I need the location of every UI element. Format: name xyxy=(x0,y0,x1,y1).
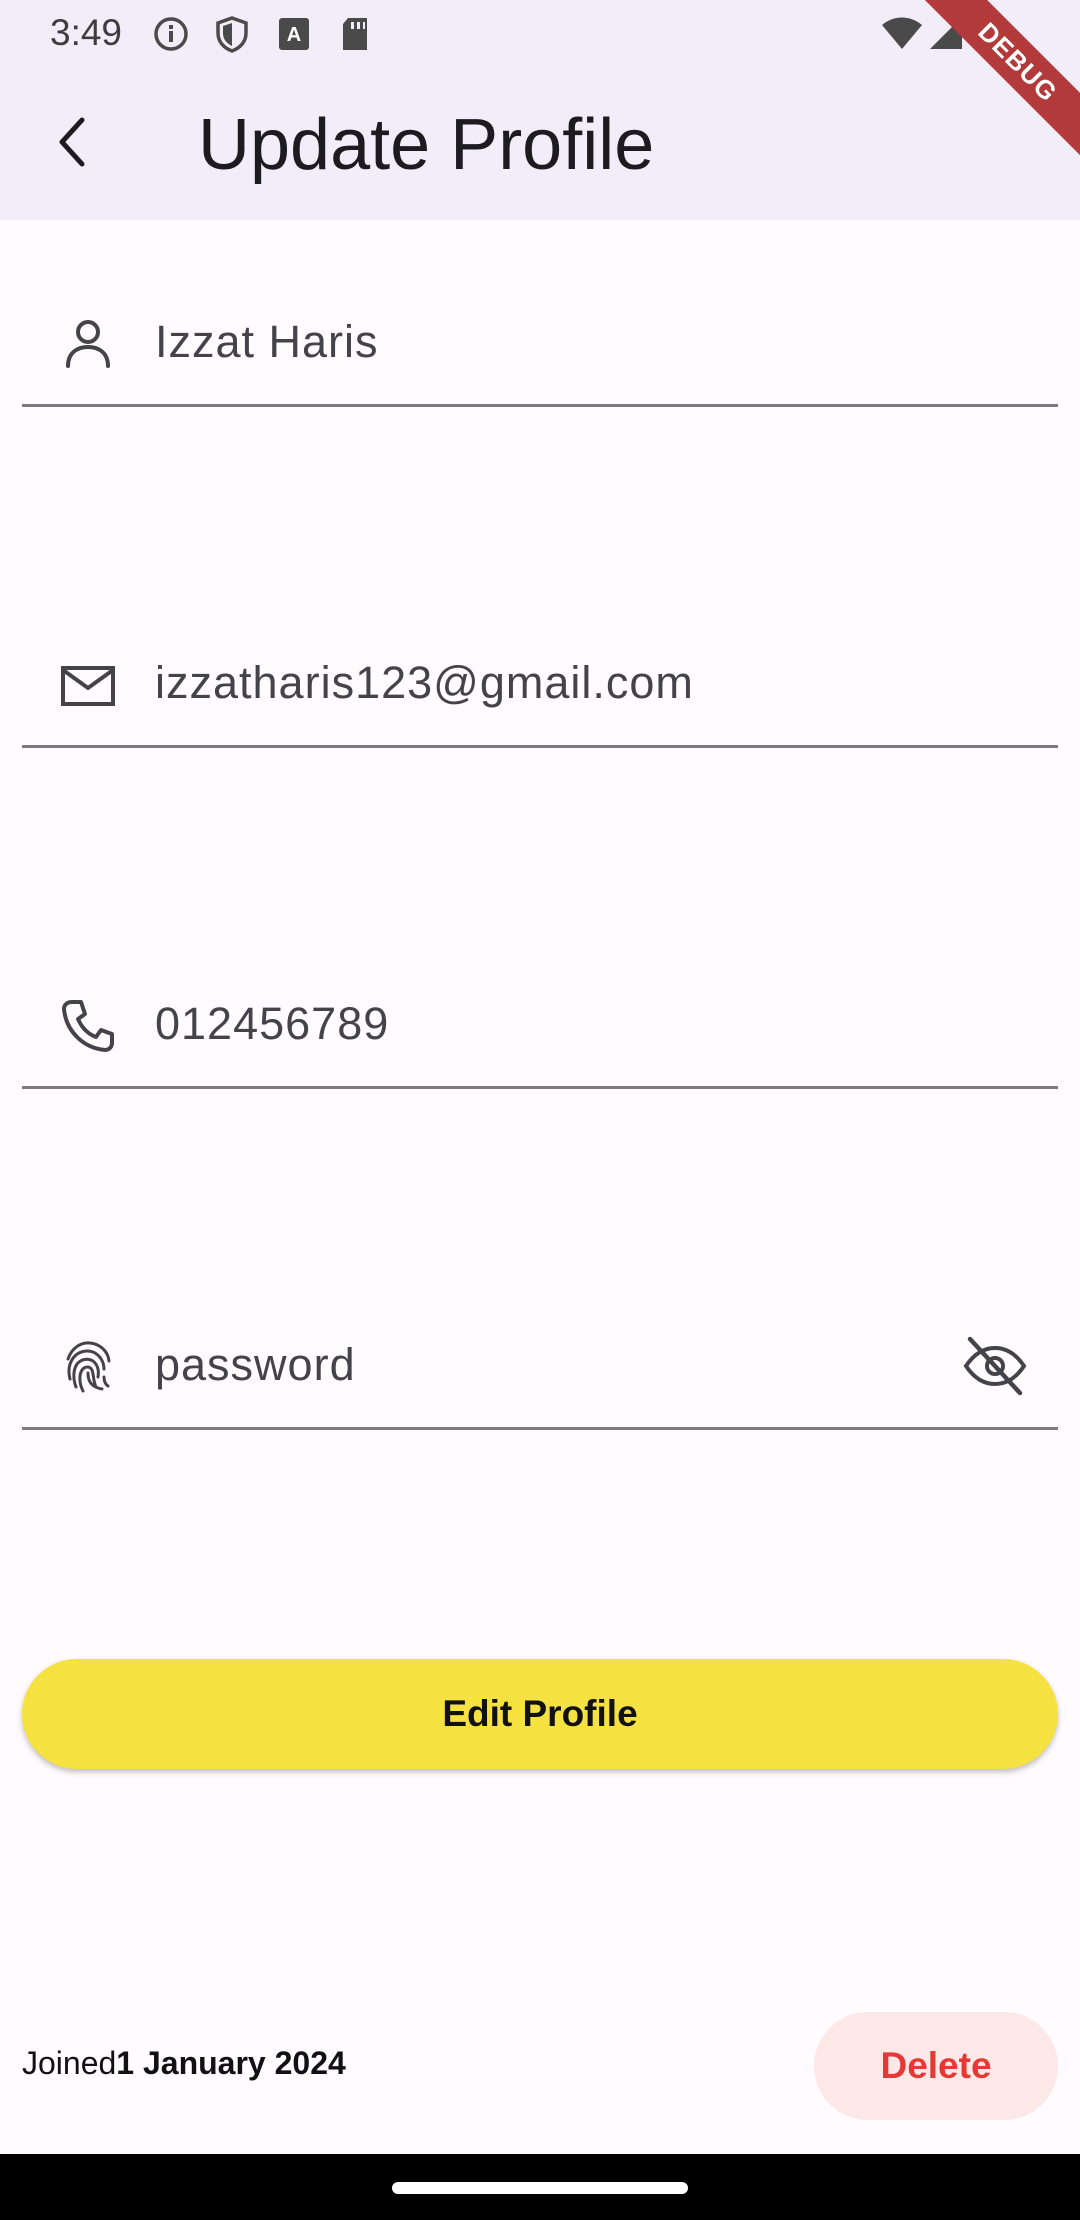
joined-info: Joined1 January 2024 xyxy=(22,2045,346,2082)
eye-off-icon xyxy=(963,1336,1027,1396)
email-value: izzatharis123@gmail.com xyxy=(155,657,694,708)
name-field[interactable]: Izzat Haris xyxy=(22,274,1058,407)
app-bar: 3:49 A Update Profile DEBUG xyxy=(0,0,1080,220)
edit-profile-button[interactable]: Edit Profile xyxy=(22,1659,1058,1769)
status-time: 3:49 xyxy=(50,12,123,53)
sd-card-icon xyxy=(343,18,367,50)
shield-icon xyxy=(216,16,248,53)
password-value: password xyxy=(155,1339,356,1390)
text-a-icon: A xyxy=(279,18,309,50)
email-field[interactable]: izzatharis123@gmail.com xyxy=(22,615,1058,748)
joined-prefix: Joined xyxy=(22,2045,117,2081)
debug-label: DEBUG xyxy=(903,0,1080,177)
phone-icon xyxy=(62,1000,114,1052)
back-button[interactable] xyxy=(40,102,110,182)
joined-date: 1 January 2024 xyxy=(116,2045,346,2081)
page-title: Update Profile xyxy=(198,105,655,185)
chevron-left-icon xyxy=(59,117,85,167)
password-field[interactable]: password xyxy=(22,1297,1058,1430)
toggle-password-visibility-button[interactable] xyxy=(962,1335,1028,1397)
debug-banner: DEBUG xyxy=(900,0,1080,180)
svg-text:A: A xyxy=(287,24,301,46)
mail-icon xyxy=(61,666,115,706)
phone-field[interactable]: 012456789 xyxy=(22,956,1058,1089)
home-indicator[interactable] xyxy=(392,2182,688,2194)
delete-button[interactable]: Delete xyxy=(814,2012,1058,2120)
person-icon xyxy=(66,320,110,368)
info-icon xyxy=(154,17,188,51)
name-value: Izzat Haris xyxy=(155,316,379,367)
fingerprint-icon xyxy=(66,1341,111,1393)
phone-value: 012456789 xyxy=(155,998,390,1049)
